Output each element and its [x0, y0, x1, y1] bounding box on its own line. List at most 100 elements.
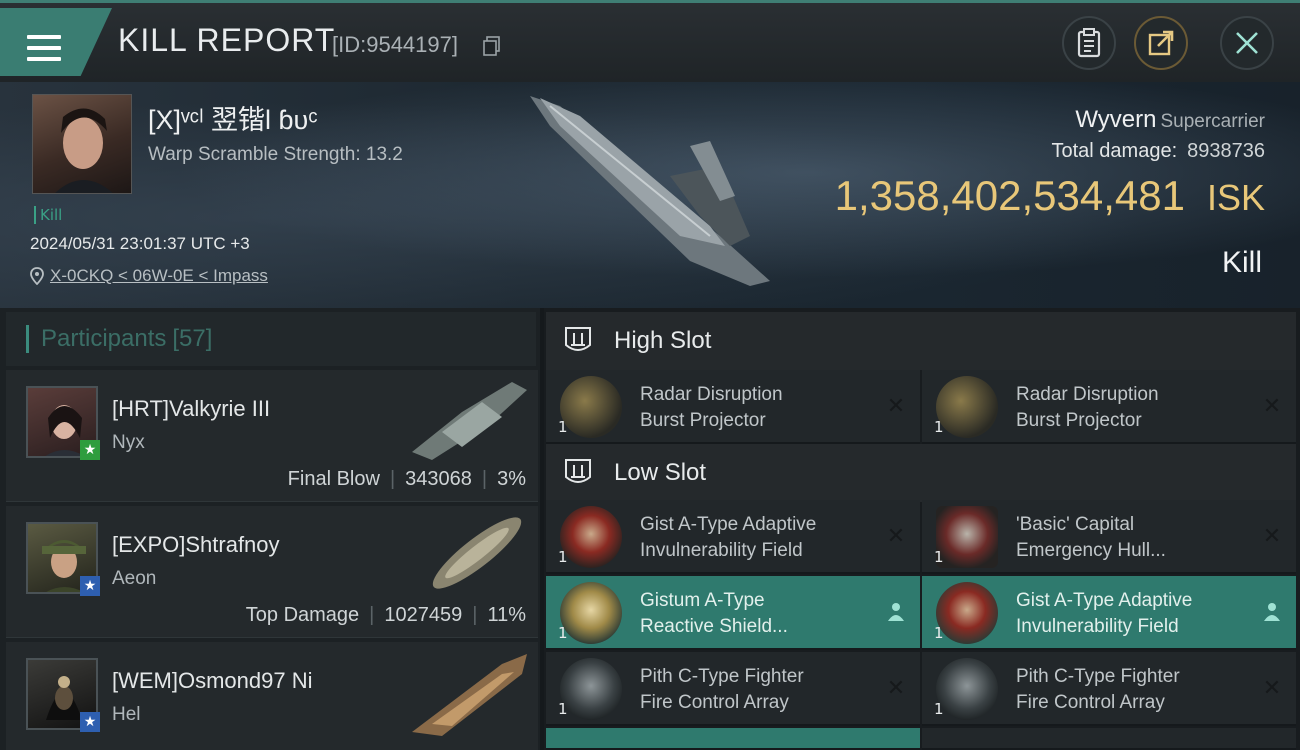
module-name-line1: Pith C-Type Fighter [1016, 666, 1180, 687]
ship-name[interactable]: Wyvern [1075, 106, 1156, 133]
participant-name: [EXPO]Shtrafnoy [112, 532, 280, 557]
dropped-person-icon [884, 600, 908, 624]
share-button[interactable] [1134, 16, 1188, 70]
high-slot-header: High Slot [546, 312, 1296, 370]
report-id: [ID:9544197] [332, 32, 458, 57]
module-quantity: 1 [558, 418, 568, 436]
module-name: Pith C-Type Fighter Fire Control Array [640, 664, 870, 716]
module-name: Gist A-Type Adaptive Invulnerability Fiel… [1016, 588, 1246, 640]
aeon-ship-icon [432, 517, 522, 589]
total-damage: Total damage: 8938736 [1051, 140, 1265, 163]
victim-name[interactable]: [X]ᵛᶜˡ 翌锴l ɓᴜᶜ [148, 98, 318, 137]
share-icon [1148, 30, 1174, 56]
module-name-line2: Invulnerability Field [640, 540, 803, 561]
page-title: KILL REPORT [118, 22, 336, 58]
close-button[interactable] [1220, 16, 1274, 70]
module-name-line2: Invulnerability Field [1016, 616, 1179, 637]
destroyed-x-icon: ✕ [1262, 393, 1282, 419]
participant-stats: Top Damage | 1027459 | 11% [245, 604, 526, 626]
isk-unit: ISK [1206, 177, 1265, 218]
low-slot-icon [565, 459, 591, 483]
participant-card[interactable]: ★ [EXPO]Shtrafnoy Aeon Top Damage | 102745… [6, 506, 538, 638]
module-slot[interactable]: 1 Radar Disruption Burst Projector ✕ [922, 370, 1296, 444]
participant-ship: Nyx [112, 432, 145, 453]
participant-role: Top Damage [245, 604, 360, 626]
victim-portrait[interactable] [32, 94, 132, 194]
invulnerability-field-icon [560, 506, 622, 568]
hel-ship-icon [412, 654, 527, 736]
participant-damage: 1027459 [384, 604, 463, 626]
module-slot[interactable]: 1 Gist A-Type Adaptive Invulnerability Fi… [546, 500, 920, 574]
module-quantity: 1 [934, 418, 944, 436]
radar-disruption-icon [936, 376, 998, 438]
module-slot[interactable]: 1 Pith C-Type Fighter Fire Control Array … [546, 652, 920, 726]
module-name: Pith C-Type Fighter Fire Control Array [1016, 664, 1246, 716]
participant-stats: Final Blow | 343068 | 3% [287, 468, 526, 490]
participant-percent: 11% [487, 604, 526, 626]
module-name-line2: Fire Control Array [1016, 692, 1165, 713]
copy-icon[interactable] [483, 36, 501, 56]
kill-tag: Kill [34, 206, 62, 224]
destroyed-x-icon: ✕ [1262, 523, 1282, 549]
module-slot[interactable]: 1 'Basic' Capital Emergency Hull... ✕ [922, 500, 1296, 574]
module-name-line1: Gistum A-Type [640, 590, 765, 611]
module-name-line2: Reactive Shield... [640, 616, 788, 637]
destroyed-x-icon: ✕ [886, 393, 906, 419]
radar-disruption-icon [560, 376, 622, 438]
module-slot[interactable]: 1 Gistum A-Type Reactive Shield... [546, 576, 920, 650]
destroyed-x-icon: ✕ [1262, 675, 1282, 701]
module-slot[interactable]: 1 Pith C-Type Fighter Fire Control Array … [922, 652, 1296, 726]
module-quantity: 1 [934, 700, 944, 718]
module-slot-partial[interactable] [546, 728, 920, 750]
destroyed-x-icon: ✕ [886, 675, 906, 701]
kill-result: Kill [1221, 246, 1262, 279]
destroyed-x-icon: ✕ [886, 523, 906, 549]
module-name: Radar Disruption Burst Projector [640, 382, 870, 434]
module-slot-partial[interactable] [922, 728, 1296, 750]
module-slot[interactable]: 1 Radar Disruption Burst Projector ✕ [546, 370, 920, 444]
participant-ship: Aeon [112, 568, 157, 589]
location-link[interactable]: X-0CKQ < 06W-0E < Impass [30, 266, 268, 286]
module-name: Gistum A-Type Reactive Shield... [640, 588, 870, 640]
participant-card[interactable]: ★ [WEM]Osmond97 Ni Hel [6, 642, 538, 750]
isk-value-row: 1,358,402,534,481 ISK [835, 172, 1265, 220]
module-name-line2: Fire Control Array [640, 692, 789, 713]
location-text: X-0CKQ < 06W-0E < Impass [50, 266, 268, 285]
module-name: Radar Disruption Burst Projector [1016, 382, 1246, 434]
module-quantity: 1 [558, 700, 568, 718]
high-slot-label: High Slot [614, 327, 712, 354]
kill-timestamp: 2024/05/31 23:01:37 UTC +3 [30, 234, 250, 253]
hamburger-icon [27, 35, 61, 63]
participants-count: [57] [172, 325, 213, 352]
participant-damage: 343068 [405, 468, 472, 490]
participants-accent-bar [26, 325, 29, 353]
participant-name: [HRT]Valkyrie III [112, 396, 271, 421]
module-quantity: 1 [558, 624, 568, 642]
low-slot-header: Low Slot [546, 444, 1296, 502]
victim-avatar-art [55, 108, 113, 193]
clipboard-button[interactable] [1062, 16, 1116, 70]
star-badge-icon: ★ [80, 440, 100, 460]
module-name-line1: Radar Disruption [640, 384, 783, 405]
participant-card[interactable]: ★ [HRT]Valkyrie III Nyx Final Blow | 34306… [6, 370, 538, 502]
module-name-line1: Gist A-Type Adaptive [1016, 590, 1193, 611]
location-pin-icon [30, 267, 44, 285]
module-slot[interactable]: 1 Gist A-Type Adaptive Invulnerability Fi… [922, 576, 1296, 650]
participants-label: Participants [41, 325, 167, 352]
module-name-line1: 'Basic' Capital [1016, 514, 1135, 535]
emergency-hull-icon [936, 506, 998, 568]
module-name: 'Basic' Capital Emergency Hull... [1016, 512, 1246, 564]
high-slot-icon [565, 327, 591, 351]
reactive-shield-icon [560, 582, 622, 644]
total-damage-label: Total damage: [1051, 140, 1178, 162]
module-name-line2: Burst Projector [640, 410, 766, 431]
total-damage-value: 8938736 [1187, 140, 1265, 162]
clipboard-icon [1077, 28, 1101, 58]
wyvern-ship-art [530, 96, 770, 286]
low-slot-label: Low Slot [614, 459, 707, 486]
module-name: Gist A-Type Adaptive Invulnerability Fiel… [640, 512, 870, 564]
fighter-fire-control-icon [936, 658, 998, 720]
participants-header[interactable]: Participants [57] [6, 312, 536, 366]
warp-scramble-strength: Warp Scramble Strength: 13.2 [148, 144, 403, 165]
nyx-ship-icon [412, 382, 527, 460]
